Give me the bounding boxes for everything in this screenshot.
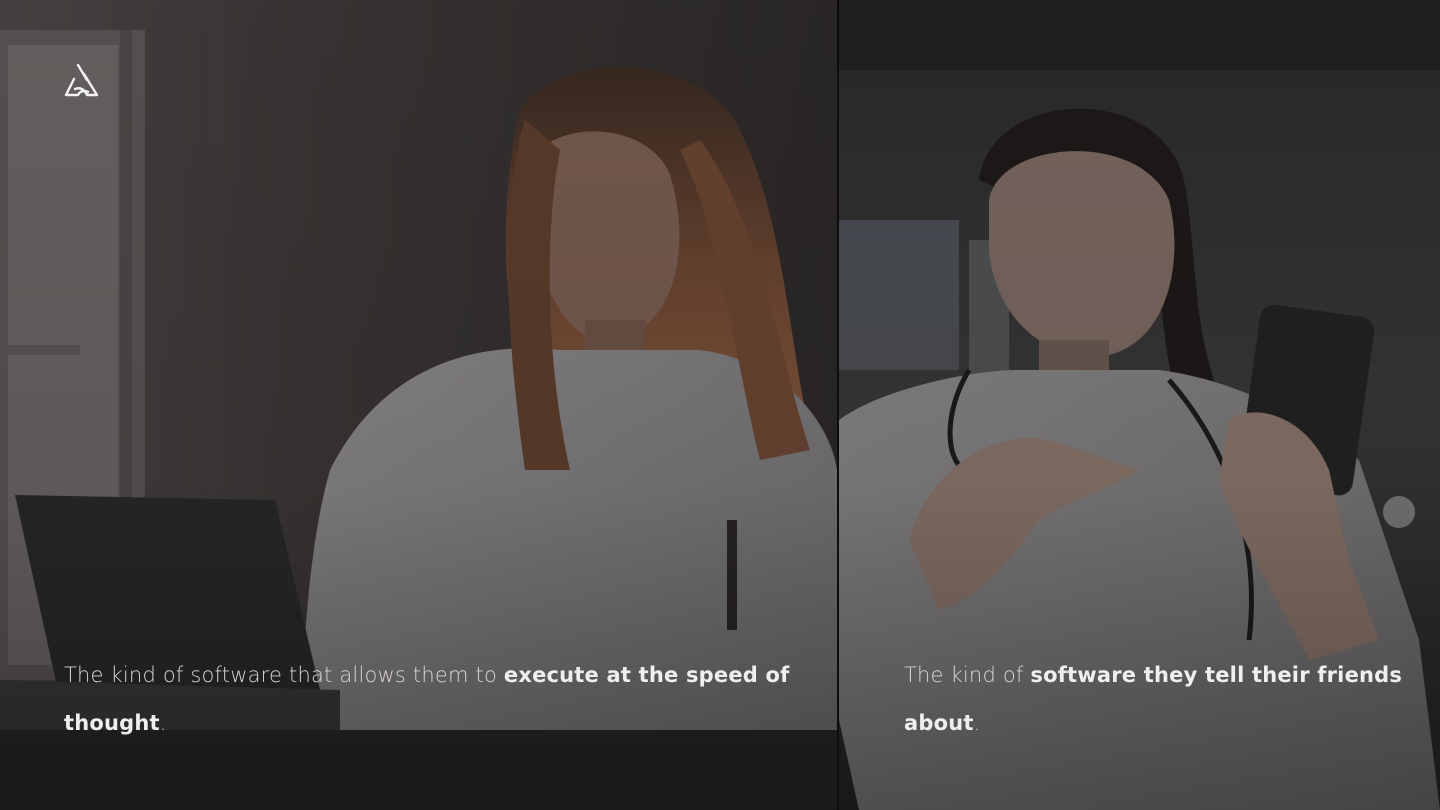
right-caption-end: .	[973, 711, 981, 735]
right-caption-plain: The kind of	[904, 663, 1031, 687]
left-caption-plain: The kind of software that allows them to	[64, 663, 504, 687]
hero-split-screen: The kind of software that allows them to…	[0, 0, 1440, 810]
left-photo-panel: The kind of software that allows them to…	[0, 0, 837, 810]
brand-logo-icon[interactable]	[62, 62, 102, 98]
left-caption-end: .	[159, 711, 167, 735]
right-caption: The kind of software they tell their fri…	[904, 651, 1404, 747]
left-caption: The kind of software that allows them to…	[64, 651, 799, 747]
